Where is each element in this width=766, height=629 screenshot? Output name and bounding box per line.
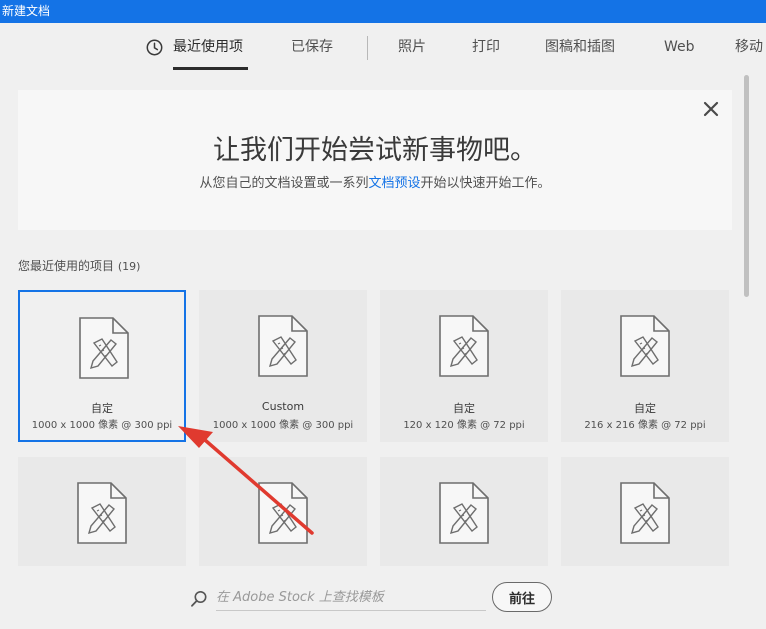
active-tab-indicator xyxy=(173,67,248,70)
recent-document-card[interactable]: 自定 216 x 216 像素 @ 72 ppi xyxy=(561,290,729,442)
recent-items-heading: 您最近使用的项目 (19) xyxy=(18,257,140,274)
document-preset-icon xyxy=(79,317,129,379)
recent-document-card[interactable] xyxy=(18,457,186,566)
document-preset-icon xyxy=(439,315,489,377)
window-title: 新建文档 xyxy=(2,4,51,18)
document-preset-icon xyxy=(77,482,127,544)
tab-photo[interactable]: 照片 xyxy=(398,23,426,69)
welcome-title: 让我们开始尝试新事物吧。 xyxy=(213,135,537,166)
tab-mobile[interactable]: 移动 xyxy=(735,23,763,69)
document-preset-icon xyxy=(258,315,308,377)
stock-search-input[interactable] xyxy=(216,584,486,611)
tab-print[interactable]: 打印 xyxy=(472,23,500,69)
recent-items-count: (19) xyxy=(117,260,141,273)
tab-divider xyxy=(367,36,368,60)
recent-document-card[interactable]: 自定 120 x 120 像素 @ 72 ppi xyxy=(380,290,548,442)
card-dimensions: 120 x 120 像素 @ 72 ppi xyxy=(403,420,525,431)
clock-icon xyxy=(146,39,163,56)
card-name: 自定 xyxy=(453,402,475,415)
welcome-subtitle-start: 从您自己的文档设置或一系列 xyxy=(199,176,369,191)
card-name: 自定 xyxy=(634,402,656,415)
search-icon xyxy=(191,591,207,607)
card-name: 自定 xyxy=(91,402,113,415)
welcome-subtitle-end: 开始以快速开始工作。 xyxy=(420,176,551,191)
tab-web[interactable]: Web xyxy=(664,23,695,69)
card-dimensions: 216 x 216 像素 @ 72 ppi xyxy=(584,420,706,431)
tab-saved[interactable]: 已保存 xyxy=(291,23,333,69)
recent-document-card[interactable] xyxy=(380,457,548,566)
recent-document-card[interactable] xyxy=(199,457,367,566)
welcome-banner: 让我们开始尝试新事物吧。 从您自己的文档设置或一系列文档预设开始以快速开始工作。 xyxy=(18,90,732,230)
document-preset-icon xyxy=(620,482,670,544)
scrollbar-thumb[interactable] xyxy=(744,75,749,297)
card-dimensions: 1000 x 1000 像素 @ 300 ppi xyxy=(31,420,173,431)
welcome-subtitle: 从您自己的文档设置或一系列文档预设开始以快速开始工作。 xyxy=(18,172,732,191)
card-name: Custom xyxy=(261,400,305,413)
card-dimensions: 1000 x 1000 像素 @ 300 ppi xyxy=(212,420,354,431)
recent-items-label: 您最近使用的项目 xyxy=(18,259,115,273)
tab-art-illustration[interactable]: 图稿和插图 xyxy=(545,23,615,69)
tab-recent[interactable]: 最近使用项 xyxy=(173,23,243,69)
window-title-bar: 新建文档 xyxy=(0,0,766,23)
document-preset-icon xyxy=(258,482,308,544)
category-tab-bar: 最近使用项 已保存 照片 打印 图稿和插图 Web 移动 xyxy=(0,23,766,71)
stock-search-bar: 前往 xyxy=(0,566,745,629)
recent-document-card[interactable] xyxy=(561,457,729,566)
recent-document-card[interactable]: 自定 1000 x 1000 像素 @ 300 ppi xyxy=(18,290,186,442)
document-preset-icon xyxy=(620,315,670,377)
document-presets-link[interactable]: 文档预设 xyxy=(368,176,420,191)
recent-document-card[interactable]: Custom 1000 x 1000 像素 @ 300 ppi xyxy=(199,290,367,442)
go-button[interactable]: 前往 xyxy=(492,582,552,612)
document-preset-icon xyxy=(439,482,489,544)
close-icon[interactable] xyxy=(702,100,720,118)
